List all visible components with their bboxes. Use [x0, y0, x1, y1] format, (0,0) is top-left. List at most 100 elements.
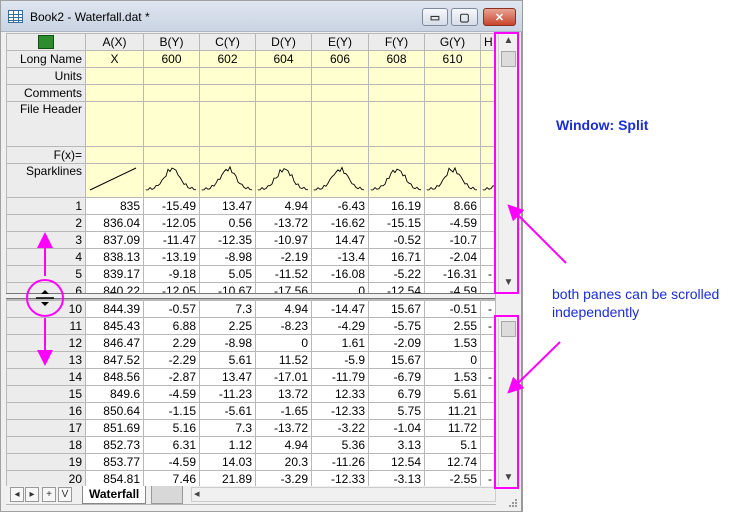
- table-cell[interactable]: -11.79: [311, 368, 369, 386]
- table-cell[interactable]: 5.75: [368, 402, 425, 420]
- comments-label[interactable]: Comments: [6, 84, 86, 102]
- table-cell[interactable]: -17.01: [255, 368, 312, 386]
- table-cell[interactable]: 8.66: [424, 197, 481, 215]
- row-number[interactable]: 3: [6, 231, 86, 249]
- first-sheet-button[interactable]: ◂: [10, 487, 24, 502]
- table-cell[interactable]: -16.62: [311, 214, 369, 232]
- table-cell[interactable]: 1.12: [199, 436, 256, 454]
- fx-label[interactable]: F(x)=: [6, 146, 86, 164]
- table-cell[interactable]: -3.22: [311, 419, 369, 437]
- table-cell[interactable]: 16.19: [368, 197, 425, 215]
- table-cell[interactable]: -1.15: [143, 402, 200, 420]
- minimize-button[interactable]: ▭: [422, 8, 448, 26]
- row-number[interactable]: 19: [6, 453, 86, 471]
- long-name-cell[interactable]: 610: [424, 50, 481, 68]
- table-cell[interactable]: 13.47: [199, 197, 256, 215]
- table-cell[interactable]: -1.04: [368, 419, 425, 437]
- table-cell[interactable]: [480, 334, 496, 352]
- table-cell[interactable]: -8.23: [255, 317, 312, 335]
- row-number[interactable]: 12: [6, 334, 86, 352]
- column-header-g[interactable]: G(Y): [424, 33, 481, 51]
- table-cell[interactable]: -3.13: [368, 470, 425, 488]
- table-cell[interactable]: 6.31: [143, 436, 200, 454]
- table-cell[interactable]: 839.17: [85, 265, 144, 283]
- title-bar[interactable]: Book2 - Waterfall.dat * ▭ ▢ ✕: [1, 1, 522, 32]
- table-cell[interactable]: 5.61: [199, 351, 256, 369]
- table-cell[interactable]: -8.98: [199, 334, 256, 352]
- table-cell[interactable]: [480, 436, 496, 454]
- table-cell[interactable]: [480, 385, 496, 403]
- table-cell[interactable]: -10.97: [255, 231, 312, 249]
- table-cell[interactable]: 21.89: [199, 470, 256, 488]
- table-cell[interactable]: 11.72: [424, 419, 481, 437]
- table-cell[interactable]: 2.55: [424, 317, 481, 335]
- long-name-cell[interactable]: 608: [368, 50, 425, 68]
- table-cell[interactable]: 7.46: [143, 470, 200, 488]
- table-cell[interactable]: 838.13: [85, 248, 144, 266]
- table-cell[interactable]: -5.22: [368, 265, 425, 283]
- table-cell[interactable]: -12.33: [311, 402, 369, 420]
- table-cell[interactable]: 5.16: [143, 419, 200, 437]
- table-cell[interactable]: 836.04: [85, 214, 144, 232]
- column-header-e[interactable]: E(Y): [311, 33, 369, 51]
- table-cell[interactable]: -15.15: [368, 214, 425, 232]
- sheet-tab-waterfall[interactable]: Waterfall: [82, 486, 147, 504]
- table-cell[interactable]: 6.79: [368, 385, 425, 403]
- long-name-label[interactable]: Long Name: [6, 50, 86, 68]
- scroll-down-icon[interactable]: ▼: [499, 275, 518, 291]
- table-cell[interactable]: 5.36: [311, 436, 369, 454]
- row-number[interactable]: 10: [6, 300, 86, 318]
- scroll-down-icon[interactable]: ▼: [499, 470, 518, 486]
- table-cell[interactable]: -9.18: [143, 265, 200, 283]
- resize-grip-icon[interactable]: [508, 497, 518, 507]
- long-name-cell[interactable]: 604: [255, 50, 312, 68]
- table-cell[interactable]: -5.75: [368, 317, 425, 335]
- long-name-cell[interactable]: 600: [143, 50, 200, 68]
- table-cell[interactable]: 13.47: [199, 368, 256, 386]
- next-sheet-button[interactable]: ▸: [25, 487, 39, 502]
- table-cell[interactable]: -15.49: [143, 197, 200, 215]
- table-cell[interactable]: 15.67: [368, 300, 425, 318]
- table-cell[interactable]: 12.33: [311, 385, 369, 403]
- table-cell[interactable]: -: [480, 300, 496, 318]
- row-number[interactable]: 1: [6, 197, 86, 215]
- table-cell[interactable]: -4.59: [143, 385, 200, 403]
- worksheet-top-pane[interactable]: A(X) B(Y) C(Y) D(Y) E(Y) F(Y) G(Y) H Lon…: [6, 33, 496, 300]
- table-cell[interactable]: -13.19: [143, 248, 200, 266]
- table-cell[interactable]: [480, 351, 496, 369]
- table-cell[interactable]: -14.47: [311, 300, 369, 318]
- top-pane-scrollbar[interactable]: ▲ ▼: [498, 33, 518, 291]
- table-cell[interactable]: -5.61: [199, 402, 256, 420]
- sparkline-cell[interactable]: [424, 163, 481, 198]
- close-button[interactable]: ✕: [483, 8, 516, 26]
- new-sheet-tab[interactable]: [151, 486, 183, 504]
- table-cell[interactable]: -4.29: [311, 317, 369, 335]
- table-cell[interactable]: -6.79: [368, 368, 425, 386]
- row-number[interactable]: 14: [6, 368, 86, 386]
- table-cell[interactable]: -11.26: [311, 453, 369, 471]
- row-number[interactable]: 16: [6, 402, 86, 420]
- table-cell[interactable]: 13.72: [255, 385, 312, 403]
- table-cell[interactable]: [480, 231, 496, 249]
- table-cell[interactable]: -0.52: [368, 231, 425, 249]
- table-cell[interactable]: -12.05: [143, 214, 200, 232]
- table-cell[interactable]: -2.19: [255, 248, 312, 266]
- table-cell[interactable]: -12.33: [311, 470, 369, 488]
- table-cell[interactable]: [480, 419, 496, 437]
- sparkline-cell[interactable]: [311, 163, 369, 198]
- table-cell[interactable]: 16.71: [368, 248, 425, 266]
- long-name-cell[interactable]: 606: [311, 50, 369, 68]
- table-cell[interactable]: 20.3: [255, 453, 312, 471]
- long-name-cell[interactable]: [480, 50, 496, 68]
- table-cell[interactable]: 12.54: [368, 453, 425, 471]
- sparkline-cell[interactable]: [255, 163, 312, 198]
- table-cell[interactable]: -11.47: [143, 231, 200, 249]
- table-cell[interactable]: 4.94: [255, 436, 312, 454]
- table-cell[interactable]: 15.67: [368, 351, 425, 369]
- table-cell[interactable]: -13.72: [255, 214, 312, 232]
- table-cell[interactable]: [480, 402, 496, 420]
- table-cell[interactable]: 853.77: [85, 453, 144, 471]
- row-number[interactable]: 4: [6, 248, 86, 266]
- sparklines-label[interactable]: Sparklines: [6, 163, 86, 198]
- table-cell[interactable]: -1.65: [255, 402, 312, 420]
